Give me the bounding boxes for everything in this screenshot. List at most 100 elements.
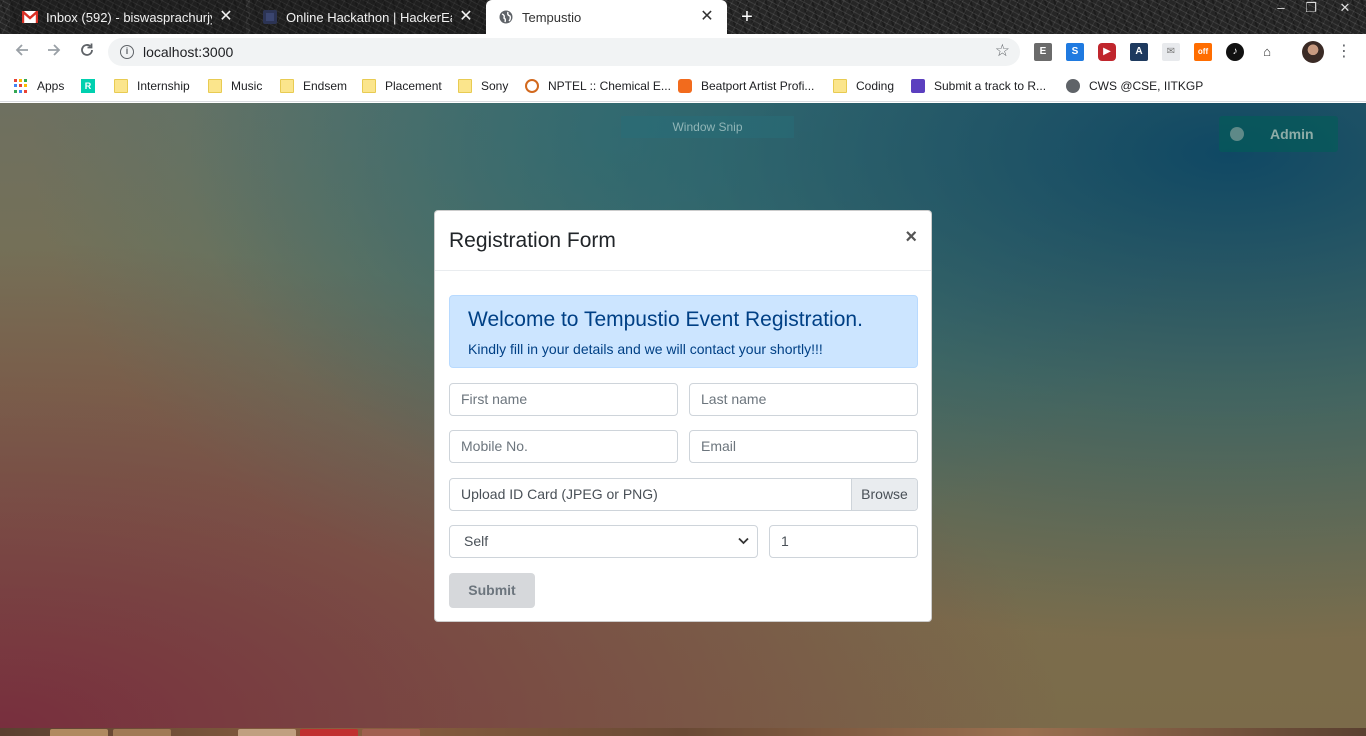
bookmark-label: Submit a track to R...: [934, 79, 1047, 93]
mobile-input[interactable]: Mobile No.: [449, 430, 678, 463]
reload-icon: [81, 43, 93, 56]
menu-kebab-icon[interactable]: ⋮: [1336, 42, 1352, 62]
folder-icon: [280, 79, 294, 93]
tab-tempustio[interactable]: Tempustio ✕: [486, 0, 727, 34]
s-extension-icon[interactable]: S: [1066, 43, 1084, 61]
close-tab-icon[interactable]: ✕: [458, 9, 474, 25]
folder-icon: [362, 79, 376, 93]
new-tab-button[interactable]: +: [735, 6, 759, 28]
back-button[interactable]: [11, 41, 33, 63]
browse-button[interactable]: Browse: [851, 479, 917, 510]
nptel-icon: [525, 79, 539, 93]
bookmark-label: NPTEL :: Chemical E...: [548, 79, 671, 93]
bookmark-placement[interactable]: Placement: [362, 77, 442, 95]
bookmark-internship[interactable]: Internship: [114, 77, 190, 95]
bookmark-coding[interactable]: Coding: [833, 77, 894, 95]
bookmark-label: Music: [231, 79, 263, 93]
folder-icon: [833, 79, 847, 93]
window-snip-label: Window Snip: [621, 116, 794, 138]
bookmark-sony[interactable]: Sony: [458, 77, 508, 95]
count-input[interactable]: 1: [769, 525, 918, 558]
tab-title: Tempustio: [522, 9, 582, 25]
modal-header: Registration Form ×: [435, 211, 931, 271]
bookmark-researchgate[interactable]: R: [81, 77, 104, 95]
gmail-icon: [22, 9, 38, 25]
submit-icon: [911, 79, 925, 93]
bookmark-label: Sony: [481, 79, 509, 93]
rg-icon: R: [81, 79, 95, 93]
modal-title: Registration Form: [449, 229, 616, 252]
beatport-icon: [678, 79, 692, 93]
evernote-extension-icon[interactable]: E: [1034, 43, 1052, 61]
tab-hackerearth[interactable]: Online Hackathon | HackerEarth ✕: [250, 0, 486, 34]
address-bar[interactable]: i localhost:3000 ☆: [108, 38, 1020, 66]
bookmark-endsem[interactable]: Endsem: [280, 77, 347, 95]
bookmark-cws[interactable]: CWS @CSE, IITKGP: [1066, 77, 1203, 95]
select-value: Self: [464, 533, 489, 549]
taskbar-item[interactable]: [362, 729, 420, 736]
admin-button[interactable]: Admin: [1219, 116, 1338, 152]
bookmark-label: Coding: [856, 79, 895, 93]
profile-avatar[interactable]: [1302, 41, 1324, 63]
globe-icon: [1066, 79, 1080, 93]
taskbar-item[interactable]: [300, 729, 358, 736]
registration-type-select[interactable]: Self: [449, 525, 758, 558]
email-input[interactable]: Email: [689, 430, 918, 463]
user-icon: [1230, 127, 1244, 141]
id-card-upload[interactable]: Upload ID Card (JPEG or PNG) Browse: [449, 478, 918, 511]
upload-label: Upload ID Card (JPEG or PNG): [461, 486, 658, 502]
minimize-button[interactable]: –: [1266, 0, 1296, 18]
off-extension-icon[interactable]: off: [1194, 43, 1212, 61]
close-modal-button[interactable]: ×: [905, 227, 917, 247]
bookmark-apps[interactable]: Apps: [14, 77, 64, 95]
hackerearth-icon: [262, 9, 278, 25]
alert-text: Kindly fill in your details and we will …: [468, 341, 823, 357]
tab-gmail[interactable]: Inbox (592) - biswasprachurjya@ ✕: [10, 0, 246, 34]
bookmark-submit-track[interactable]: Submit a track to R...: [911, 77, 1046, 95]
chevron-down-icon: [738, 526, 749, 557]
info-icon[interactable]: i: [120, 45, 134, 59]
music-extension-icon[interactable]: ♪: [1226, 43, 1244, 61]
reader-extension-icon[interactable]: A: [1130, 43, 1148, 61]
bookmark-label: Endsem: [303, 79, 348, 93]
welcome-alert: Welcome to Tempustio Event Registration.…: [449, 295, 918, 368]
maximize-button[interactable]: ❐: [1296, 0, 1326, 18]
bookmark-label: Apps: [37, 79, 65, 93]
reload-button[interactable]: [76, 41, 98, 63]
bookmark-label: Beatport Artist Profi...: [701, 79, 815, 93]
bookmark-music[interactable]: Music: [208, 77, 262, 95]
bookmarks-bar: Apps R Internship Music Endsem Placement…: [0, 70, 1366, 102]
folder-icon: [208, 79, 222, 93]
bookmark-label: CWS @CSE, IITKGP: [1089, 79, 1204, 93]
close-window-button[interactable]: ✕: [1330, 0, 1360, 18]
close-tab-icon[interactable]: ✕: [699, 9, 715, 25]
admin-label: Admin: [1270, 126, 1314, 142]
media-extension-icon[interactable]: ▶: [1098, 43, 1116, 61]
folder-icon: [114, 79, 128, 93]
submit-button[interactable]: Submit: [449, 573, 535, 608]
alert-heading: Welcome to Tempustio Event Registration.: [468, 308, 863, 331]
apps-grid-icon: [14, 79, 28, 93]
mail-extension-icon[interactable]: ✉: [1162, 43, 1180, 61]
forward-arrow-icon: [48, 44, 61, 56]
bookmark-label: Placement: [385, 79, 442, 93]
taskbar-item[interactable]: [238, 729, 296, 736]
tab-title: Online Hackathon | HackerEarth: [286, 9, 452, 25]
taskbar: [0, 728, 1366, 736]
bookmark-nptel[interactable]: NPTEL :: Chemical E...: [525, 77, 671, 95]
last-name-input[interactable]: Last name: [689, 383, 918, 416]
hanger-extension-icon[interactable]: ⌂: [1258, 43, 1276, 61]
taskbar-item[interactable]: [50, 729, 108, 736]
close-tab-icon[interactable]: ✕: [218, 9, 234, 25]
tab-strip: Inbox (592) - biswasprachurjya@ ✕ Online…: [0, 0, 1366, 34]
bookmark-beatport[interactable]: Beatport Artist Profi...: [678, 77, 814, 95]
globe-icon: [498, 9, 514, 25]
forward-button[interactable]: [43, 41, 65, 63]
tab-title: Inbox (592) - biswasprachurjya@: [46, 9, 212, 25]
folder-icon: [458, 79, 472, 93]
back-arrow-icon: [15, 44, 28, 56]
taskbar-item[interactable]: [113, 729, 171, 736]
bookmark-label: Internship: [137, 79, 190, 93]
first-name-input[interactable]: First name: [449, 383, 678, 416]
bookmark-star-icon[interactable]: ☆: [995, 41, 1010, 61]
